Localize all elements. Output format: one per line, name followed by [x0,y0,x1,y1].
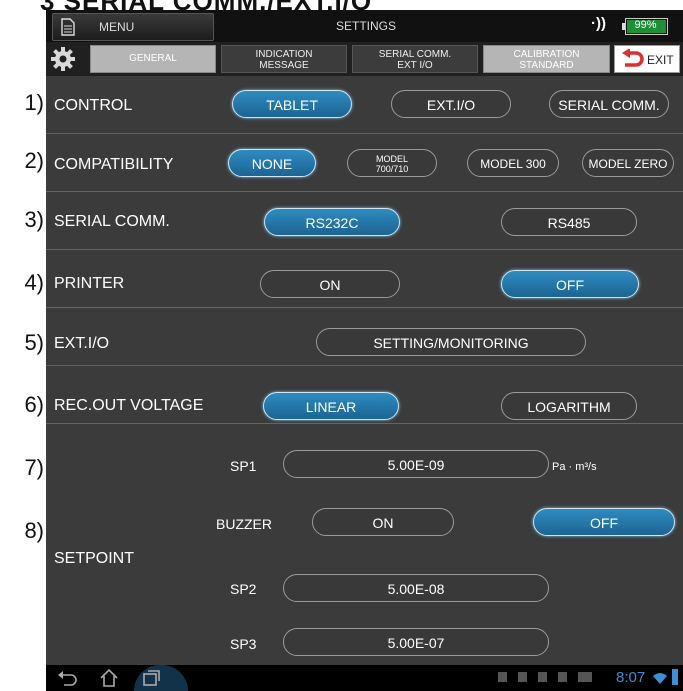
control-tablet-button[interactable]: TABLET [232,90,352,118]
wifi-icon [653,673,667,684]
status-bar: MENU SETTINGS ·)) 99% [46,10,683,42]
file-icon [538,672,547,682]
printer-off-button[interactable]: OFF [501,270,639,298]
setting-monitoring-button[interactable]: SETTING/MONITORING [316,328,586,356]
back-icon[interactable] [56,667,78,689]
ext-io-label: EXT.I/O [54,335,110,352]
ext-io-row: EXT.I/O SETTING/MONITORING [46,308,683,366]
control-serial-comm-button[interactable]: SERIAL COMM. [549,90,669,118]
compatibility-model-300-button[interactable]: MODEL 300 [467,149,559,177]
page-title-strip: 3 SERIAL COMM./EXT.I/O [40,0,640,10]
tab-calibration-standard[interactable]: CALIBRATION STANDARD [483,45,610,73]
rec-linear-button[interactable]: LINEAR [263,392,399,420]
serial-comm-label: SERIAL COMM. [54,213,170,230]
tab-indication-line1: INDICATION [255,49,313,60]
rec-out-voltage-label: REC.OUT VOLTAGE [54,397,204,414]
tab-serial-line1: SERIAL COMM. [378,49,452,60]
control-row: CONTROL TABLET EXT.I/O SERIAL COMM. [46,76,683,134]
row-number-3: 3) [24,207,44,232]
sp2-label: SP2 [230,581,257,597]
tab-serial-comm[interactable]: SERIAL COMM. EXT I/O [352,45,478,73]
menu-button[interactable]: MENU [52,13,214,41]
row-number-6: 6) [24,392,44,417]
battery-status-icon [672,669,678,685]
setpoint-label: SETPOINT [54,550,135,567]
compatibility-model-700-button[interactable]: MODEL 700/710 [347,149,437,177]
printer-label: PRINTER [54,275,125,292]
sp1-unit: Pa · m³/s [552,461,597,473]
tab-indication-message[interactable]: INDICATION MESSAGE [221,45,347,73]
rec-out-voltage-row: REC.OUT VOLTAGE LINEAR LOGARITHM [46,366,683,424]
row-number-1: 1) [24,90,44,115]
signal-icon: ·)) [591,15,606,32]
navigation-bar: 8:07 [46,665,683,691]
battery-level: 99% [634,19,657,31]
tablet-screen: MENU SETTINGS ·)) 99% GENERAL INDICATION… [46,10,683,691]
usb-icon [518,672,527,682]
tab-general[interactable]: GENERAL [90,45,216,73]
rec-logarithm-button[interactable]: LOGARITHM [501,392,637,420]
notification-icon [498,672,507,682]
page-title: 3 SERIAL COMM./EXT.I/O [40,0,372,10]
compatibility-model-line1: MODEL [375,154,408,164]
battery-icon: 99% [622,18,668,35]
home-icon[interactable] [98,667,120,689]
compatibility-none-button[interactable]: NONE [228,149,316,177]
row-number-4: 4) [24,270,44,295]
printer-on-button[interactable]: ON [260,270,400,298]
row-number-7: 7) [24,455,44,480]
row-number-5: 5) [24,330,44,355]
compatibility-model-zero-button[interactable]: MODEL ZERO [582,149,674,177]
sp2-value-field[interactable]: 5.00E-08 [283,574,549,602]
tab-calibration-line1: CALIBRATION [513,49,580,60]
sp3-value-field[interactable]: 5.00E-07 [283,628,549,656]
sp1-value-field[interactable]: 5.00E-09 [283,450,549,478]
image-icon [558,672,567,682]
control-label: CONTROL [54,97,133,114]
tab-serial-line2: EXT I/O [397,60,433,71]
serial-rs485-button[interactable]: RS485 [501,208,637,236]
tab-bar: GENERAL INDICATION MESSAGE SERIAL COMM. EX… [46,42,683,76]
serial-comm-row: SERIAL COMM. RS232C RS485 [46,192,683,250]
tab-calibration-line2: STANDARD [519,60,574,71]
exit-label: EXIT [647,53,674,67]
screenshot-icon [578,672,592,682]
return-arrow-icon [622,49,644,67]
row-number-8: 8) [24,518,44,543]
menu-label: MENU [99,20,135,34]
compatibility-row: COMPATIBILITY NONE MODEL 700/710 MODEL 30… [46,134,683,192]
printer-row: PRINTER ON OFF [46,250,683,308]
buzzer-label: BUZZER [216,516,272,532]
screen-title: SETTINGS [335,19,396,33]
recent-apps-icon[interactable] [140,667,162,689]
tab-indication-line2: MESSAGE [259,60,309,71]
tab-general-label: GENERAL [129,53,177,64]
document-icon [61,18,75,36]
compatibility-label: COMPATIBILITY [54,156,174,173]
clock: 8:07 [616,669,646,686]
serial-rs232c-button[interactable]: RS232C [264,208,400,236]
sp3-label: SP3 [230,636,257,652]
gear-icon[interactable] [50,46,76,72]
buzzer-off-button[interactable]: OFF [533,508,675,536]
sp1-label: SP1 [230,458,257,474]
control-ext-io-button[interactable]: EXT.I/O [391,90,511,118]
exit-button[interactable]: EXIT [614,45,680,73]
buzzer-on-button[interactable]: ON [312,508,454,536]
compatibility-model-line2: 700/710 [375,164,409,174]
row-number-2: 2) [24,148,44,173]
